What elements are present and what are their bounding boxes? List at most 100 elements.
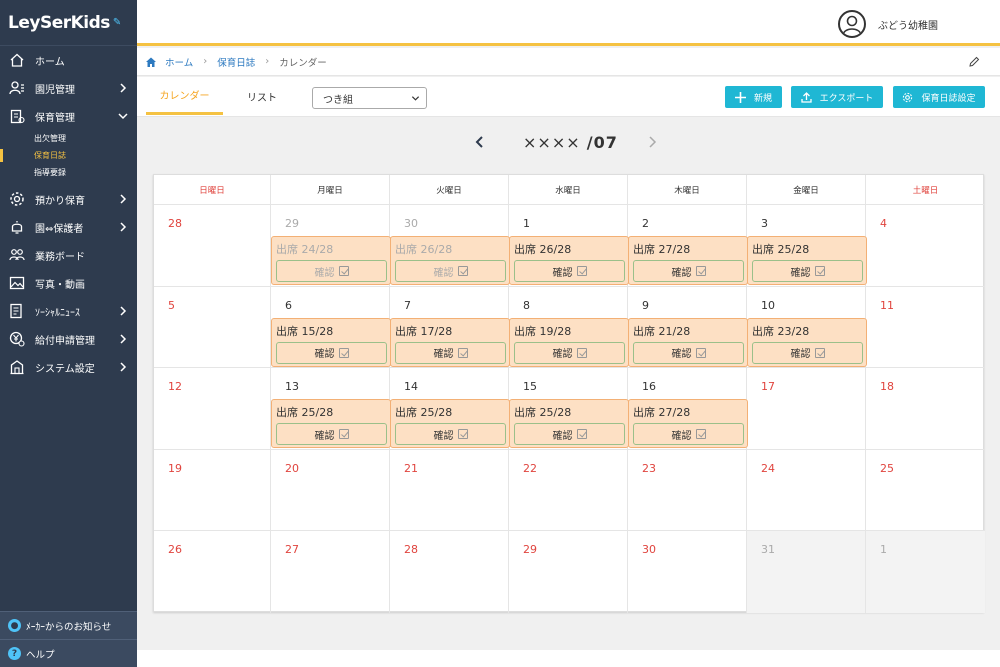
chevron-down-icon[interactable] <box>117 110 129 122</box>
calendar-day-cell[interactable]: 28 <box>390 531 509 613</box>
pencil-icon[interactable] <box>968 56 980 68</box>
attendance-entry[interactable]: 出席 25/28 確認 <box>747 236 867 285</box>
attendance-entry[interactable]: 出席 27/28 確認 <box>628 399 748 449</box>
confirm-button[interactable]: 確認 <box>395 341 506 364</box>
sidebar-item-9[interactable]: 給付申請管理 <box>0 325 137 353</box>
confirm-button[interactable]: 確認 <box>752 260 863 282</box>
calendar-day-cell[interactable]: 5 <box>154 286 271 369</box>
attendance-entry[interactable]: 出席 26/28 確認 <box>509 236 629 285</box>
attendance-entry[interactable]: 出席 24/28 確認 <box>271 236 391 285</box>
maker-notice-link[interactable]: ● ﾒｰｶｰからのお知らせ <box>0 611 137 639</box>
confirm-button[interactable]: 確認 <box>633 341 744 364</box>
attendance-entry[interactable]: 出席 25/28 確認 <box>271 399 391 449</box>
user-menu[interactable]: ぶどう幼稚園 <box>838 10 938 38</box>
attendance-entry[interactable]: 出席 27/28 確認 <box>628 236 748 285</box>
calendar-day-cell[interactable]: 1 出席 26/28 確認 <box>509 205 629 287</box>
calendar-day-cell[interactable]: 24 <box>747 449 866 532</box>
calendar-day-cell[interactable]: 20 <box>271 449 390 532</box>
calendar-day-cell[interactable]: 31 <box>747 531 866 613</box>
home-icon[interactable] <box>145 56 157 68</box>
calendar-day-cell[interactable]: 30 <box>628 531 747 613</box>
chevron-right-icon[interactable] <box>117 221 129 233</box>
calendar-day-cell[interactable]: 16 出席 27/28 確認 <box>628 368 748 450</box>
journal-settings-button[interactable]: 保育日誌設定 <box>893 86 985 108</box>
app-logo[interactable]: LeySerKids ✎ <box>0 0 137 46</box>
confirm-button[interactable]: 確認 <box>514 341 625 364</box>
breadcrumb-home[interactable]: ホーム <box>165 55 193 69</box>
class-select[interactable]: つき組 <box>312 87 427 109</box>
calendar-day-cell[interactable]: 19 <box>154 449 271 532</box>
calendar-day-cell[interactable]: 7 出席 17/28 確認 <box>390 286 510 369</box>
calendar-day-cell[interactable]: 21 <box>390 449 509 532</box>
calendar-day-cell[interactable]: 29 <box>509 531 628 613</box>
sidebar-item-5[interactable]: 園⇔保護者 <box>0 213 137 241</box>
export-button[interactable]: エクスポート <box>791 86 883 108</box>
attendance-entry[interactable]: 出席 26/28 確認 <box>390 236 510 285</box>
calendar-day-cell[interactable]: 9 出席 21/28 確認 <box>628 286 748 369</box>
sidebar-subitem-1[interactable]: 出欠管理 <box>0 130 137 147</box>
sidebar-item-2[interactable]: 園児管理 <box>0 74 137 102</box>
calendar-day-cell[interactable]: 4 <box>866 205 985 287</box>
confirm-button[interactable]: 確認 <box>276 260 387 282</box>
sidebar-item-8[interactable]: ｿｰｼｬﾙﾆｭｰｽ <box>0 297 137 325</box>
confirm-button[interactable]: 確認 <box>276 341 387 364</box>
chevron-right-icon[interactable] <box>117 193 129 205</box>
calendar-day-cell[interactable]: 28 <box>154 205 271 287</box>
calendar-day-cell[interactable]: 3 出席 25/28 確認 <box>747 205 867 287</box>
calendar-day-cell[interactable]: 26 <box>154 531 271 613</box>
new-button[interactable]: 新規 <box>725 86 782 108</box>
calendar-day-cell[interactable]: 6 出席 15/28 確認 <box>271 286 391 369</box>
chevron-right-icon[interactable] <box>117 305 129 317</box>
sidebar-item-6[interactable]: 業務ボード <box>0 241 137 269</box>
help-link[interactable]: ? ヘルプ <box>0 639 137 667</box>
next-month-icon[interactable] <box>645 134 659 150</box>
calendar-day-cell[interactable]: 15 出席 25/28 確認 <box>509 368 629 450</box>
chevron-right-icon[interactable] <box>117 333 129 345</box>
sidebar-item-3[interactable]: 保育管理 <box>0 102 137 130</box>
confirm-button[interactable]: 確認 <box>276 423 387 446</box>
attendance-entry[interactable]: 出席 21/28 確認 <box>628 317 748 367</box>
calendar-day-cell[interactable]: 11 <box>866 287 985 369</box>
confirm-button[interactable]: 確認 <box>633 260 744 282</box>
chevron-right-icon[interactable] <box>117 361 129 373</box>
weekday-header: 日曜日 <box>154 175 271 205</box>
calendar-day-cell[interactable]: 14 出席 25/28 確認 <box>390 368 510 450</box>
calendar-day-cell[interactable]: 25 <box>866 450 985 532</box>
calendar-day-cell[interactable]: 30 出席 26/28 確認 <box>390 205 510 287</box>
confirm-button[interactable]: 確認 <box>514 260 625 282</box>
calendar-day-cell[interactable]: 1 <box>866 531 985 613</box>
attendance-entry[interactable]: 出席 15/28 確認 <box>271 317 391 367</box>
chevron-right-icon[interactable] <box>117 82 129 94</box>
calendar-day-cell[interactable]: 23 <box>628 449 747 532</box>
confirm-button[interactable]: 確認 <box>395 260 506 282</box>
confirm-button[interactable]: 確認 <box>633 423 744 446</box>
calendar-day-cell[interactable]: 18 <box>866 368 985 450</box>
attendance-entry[interactable]: 出席 25/28 確認 <box>509 399 629 449</box>
attendance-entry[interactable]: 出席 23/28 確認 <box>747 317 867 367</box>
tab-list[interactable]: リスト <box>229 77 295 115</box>
prev-month-icon[interactable] <box>473 134 487 150</box>
calendar-day-cell[interactable]: 29 出席 24/28 確認 <box>271 205 391 287</box>
confirm-button[interactable]: 確認 <box>514 423 625 446</box>
attendance-entry[interactable]: 出席 19/28 確認 <box>509 317 629 367</box>
sidebar-item-10[interactable]: システム設定 <box>0 353 137 381</box>
calendar-day-cell[interactable]: 10 出席 23/28 確認 <box>747 286 867 369</box>
calendar-day-cell[interactable]: 27 <box>271 531 390 613</box>
calendar-day-cell[interactable]: 22 <box>509 449 628 532</box>
calendar-day-cell[interactable]: 17 <box>747 368 866 450</box>
sidebar-subitem-2[interactable]: 保育日誌 <box>0 147 137 164</box>
sidebar-item-4[interactable]: 預かり保育 <box>0 185 137 213</box>
breadcrumb-journal[interactable]: 保育日誌 <box>217 55 255 69</box>
calendar-day-cell[interactable]: 8 出席 19/28 確認 <box>509 286 629 369</box>
sidebar-subitem-3[interactable]: 指導要録 <box>0 164 137 181</box>
calendar-day-cell[interactable]: 13 出席 25/28 確認 <box>271 368 391 450</box>
calendar-day-cell[interactable]: 2 出席 27/28 確認 <box>628 205 748 287</box>
sidebar-item-7[interactable]: 写真・動画 <box>0 269 137 297</box>
calendar-day-cell[interactable]: 12 <box>154 368 271 450</box>
attendance-entry[interactable]: 出席 25/28 確認 <box>390 399 510 449</box>
confirm-button[interactable]: 確認 <box>752 341 863 364</box>
sidebar-item-1[interactable]: ホーム <box>0 46 137 74</box>
attendance-entry[interactable]: 出席 17/28 確認 <box>390 317 510 367</box>
confirm-button[interactable]: 確認 <box>395 423 506 446</box>
tab-calendar[interactable]: カレンダー <box>146 77 223 115</box>
